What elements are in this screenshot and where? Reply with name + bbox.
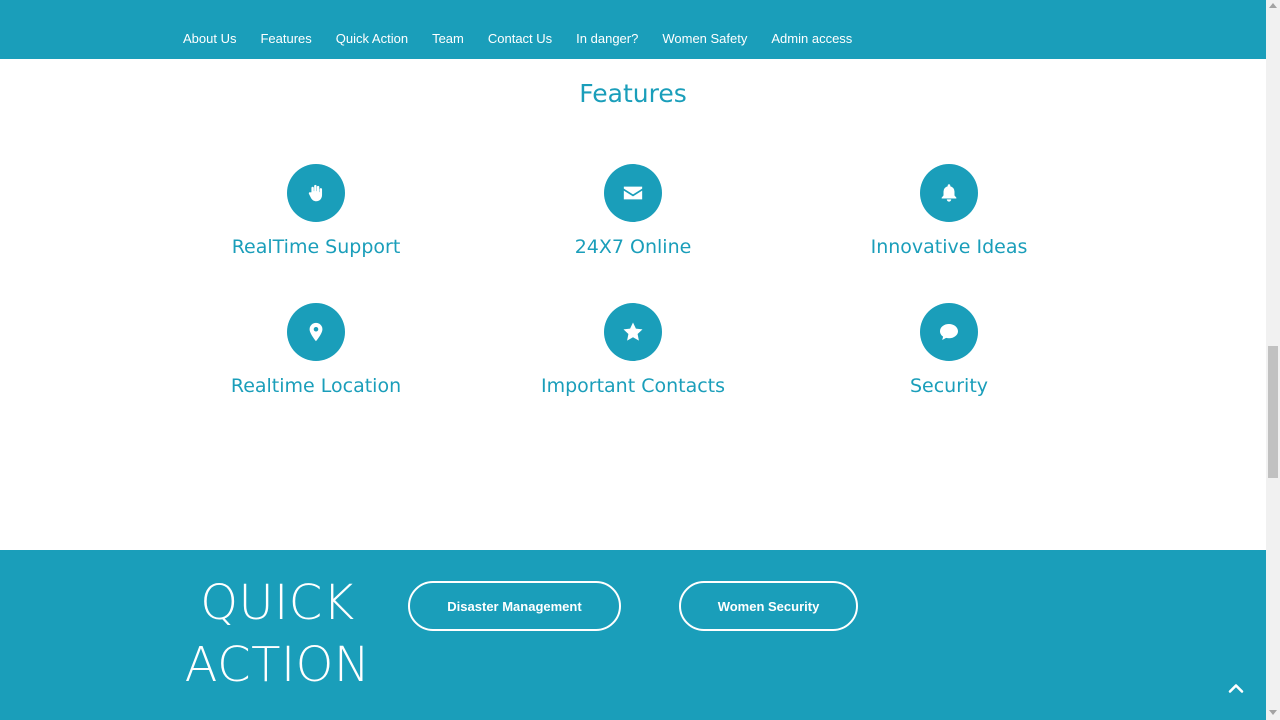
scroll-down-arrow-icon[interactable] [1269, 710, 1277, 715]
nav-link-in-danger[interactable]: In danger? [564, 29, 650, 49]
quick-action-section: QUICK ACTION Disaster Management Women S… [0, 550, 1266, 720]
feature-label: Realtime Location [230, 375, 402, 397]
feature-label: Important Contacts [540, 375, 726, 397]
nav-link-about-us[interactable]: About Us [171, 29, 248, 49]
comment-icon [940, 324, 958, 340]
disaster-management-button[interactable]: Disaster Management [408, 581, 621, 631]
nav-link-admin-access[interactable]: Admin access [759, 29, 864, 49]
feature-icon-circle [604, 303, 662, 361]
feature-label: Security [909, 375, 989, 397]
scroll-to-top-button[interactable] [1224, 676, 1248, 700]
scroll-up-arrow-icon[interactable] [1269, 3, 1277, 8]
feature-icon-circle [604, 164, 662, 222]
bell-icon [941, 184, 957, 202]
nav-link-women-safety[interactable]: Women Safety [650, 29, 759, 49]
feature-icon-circle [920, 164, 978, 222]
nav-link-features[interactable]: Features [248, 29, 323, 49]
feature-security: Security [799, 303, 1099, 399]
map-marker-icon [309, 322, 323, 342]
quick-action-title: QUICK ACTION [180, 572, 375, 696]
feature-icon-circle [920, 303, 978, 361]
nav-link-contact-us[interactable]: Contact Us [476, 29, 564, 49]
feature-label: Innovative Ideas [870, 236, 1028, 258]
nav-menu: About Us Features Quick Action Team Cont… [171, 29, 864, 49]
feature-innovative-ideas: Innovative Ideas [799, 164, 1099, 260]
feature-icon-circle [287, 164, 345, 222]
feature-24x7-online: 24X7 Online [483, 164, 783, 260]
scrollbar-thumb[interactable] [1268, 346, 1278, 478]
feature-realtime-location: Realtime Location [166, 303, 466, 399]
hand-icon [308, 184, 323, 202]
features-section-title: Features [579, 79, 687, 108]
chevron-up-icon [1228, 684, 1244, 693]
star-icon [623, 322, 643, 341]
page: About Us Features Quick Action Team Cont… [0, 0, 1266, 720]
top-navbar: About Us Features Quick Action Team Cont… [0, 0, 1266, 59]
nav-link-quick-action[interactable]: Quick Action [324, 29, 420, 49]
feature-important-contacts: Important Contacts [483, 303, 783, 399]
envelope-icon [623, 186, 643, 200]
feature-label: 24X7 Online [574, 236, 692, 258]
women-security-button[interactable]: Women Security [679, 581, 858, 631]
nav-link-team[interactable]: Team [420, 29, 476, 49]
feature-label: RealTime Support [231, 236, 401, 258]
vertical-scrollbar[interactable] [1266, 0, 1280, 720]
quick-action-title-line1: QUICK [200, 575, 355, 631]
feature-realtime-support: RealTime Support [166, 164, 466, 260]
quick-action-title-line2: ACTION [184, 637, 371, 693]
feature-icon-circle [287, 303, 345, 361]
